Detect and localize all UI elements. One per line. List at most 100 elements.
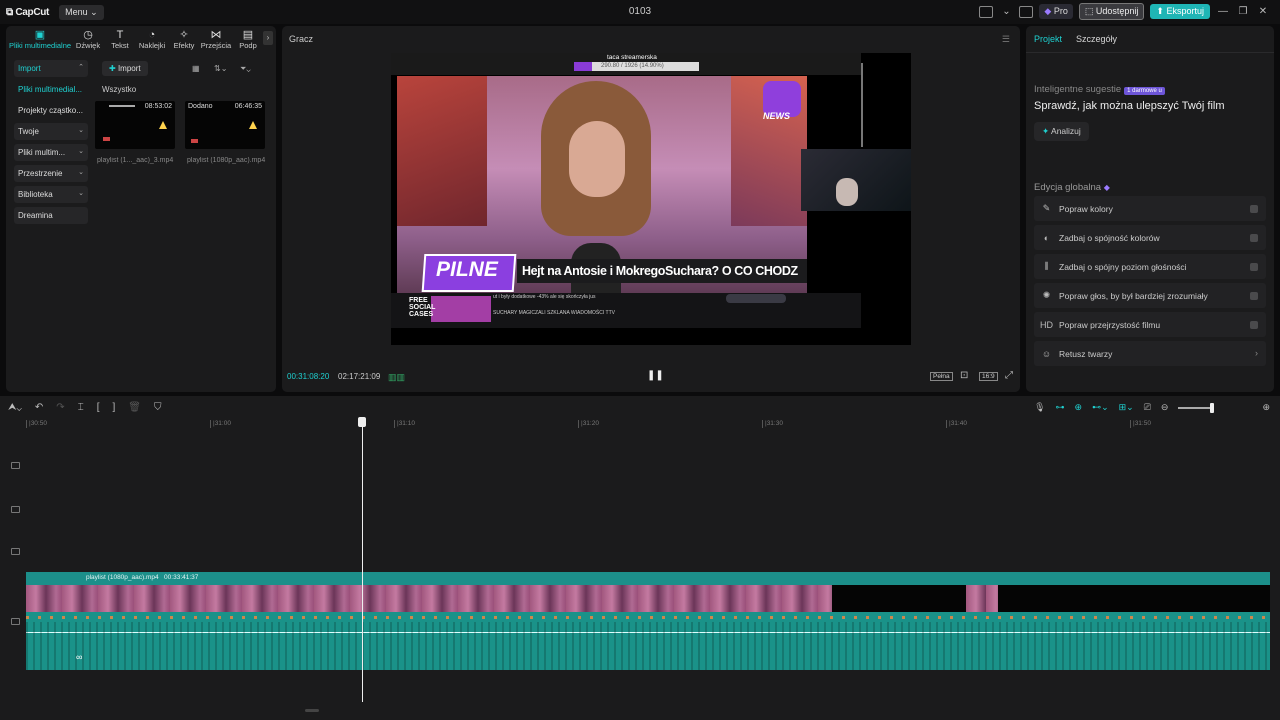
volume-level-icon: ⫼	[1044, 261, 1049, 271]
split-right-icon[interactable]: ]	[112, 402, 115, 413]
option-toggle[interactable]	[1250, 292, 1258, 300]
close-icon[interactable]: ✕	[1256, 6, 1270, 17]
ticker-text: SUCHARY MAGICZALI SZKLANA WIADOMOŚCI TTV	[493, 310, 615, 316]
ruler-tick-label: |31:30	[762, 420, 783, 428]
chevron-right-icon[interactable]: ›	[1255, 348, 1258, 358]
track-icon[interactable]	[11, 548, 20, 555]
zoom-out-icon[interactable]: ⊖	[1161, 402, 1169, 413]
option-toggle[interactable]	[1250, 234, 1258, 242]
layout-icon[interactable]	[979, 5, 994, 18]
global-option[interactable]: ✺ Popraw głos, by był bardziej zrozumiały	[1034, 283, 1266, 308]
ruler-tick-label: |31:20	[578, 420, 599, 428]
tab-sticker[interactable]: ◔ Naklejki	[136, 29, 168, 50]
tab-label: Efekty	[173, 41, 195, 50]
global-option[interactable]: ✎ Popraw kolory	[1034, 196, 1266, 221]
export-button[interactable]: ⬆ Eksportuj	[1150, 4, 1210, 19]
minimize-icon[interactable]: —	[1216, 6, 1230, 17]
option-toggle[interactable]	[1250, 205, 1258, 213]
quality-button[interactable]: Pełna	[930, 372, 953, 381]
split-icon[interactable]: ⌶	[78, 402, 84, 413]
link-icon[interactable]: ∞	[76, 652, 82, 662]
sidebar-item[interactable]: Import ⌃	[14, 60, 88, 77]
chevron-icon: ⌄	[78, 127, 84, 134]
restore-icon[interactable]: ❐	[1236, 6, 1250, 17]
tab-effects[interactable]: ✧ Efekty	[168, 29, 200, 50]
filter-icon[interactable]: ⏷⌄	[240, 64, 251, 74]
caption-icon[interactable]: ⎚	[1144, 402, 1151, 413]
sidebar-item[interactable]: Przestrzenie ⌄	[14, 165, 88, 182]
sidebar-item[interactable]: Twoje ⌄	[14, 123, 88, 140]
option-toggle[interactable]	[1250, 263, 1258, 271]
redo-icon[interactable]: ↷	[56, 402, 64, 413]
grid-view-icon[interactable]: ▦	[192, 64, 200, 73]
auto-arrange-icon[interactable]: ⊞⌄	[1119, 402, 1134, 413]
timeline-bars-icon[interactable]: ▥▥	[388, 372, 405, 383]
sidebar-item-label: Pliki multimedial...	[18, 85, 83, 94]
tab-label: Tekst	[111, 41, 129, 50]
duration-label: 06:46:35	[234, 103, 262, 110]
snap-icon[interactable]: ⊕	[1075, 402, 1083, 413]
tabs-more-button[interactable]: ›	[263, 31, 273, 45]
zoom-slider[interactable]	[1178, 402, 1215, 413]
shield-icon[interactable]: ⛉	[154, 402, 162, 413]
sort-icon[interactable]: ⇅⌄	[214, 64, 227, 73]
video-preview[interactable]: taca streamerska 290.80 / 1926 (14.90%) …	[391, 53, 911, 345]
track-icon[interactable]	[11, 506, 20, 513]
fullscreen-icon[interactable]: ⤢	[1005, 370, 1013, 381]
sidebar-item[interactable]: Pliki multimedial...	[14, 81, 88, 98]
ad-text: FREE SOCIAL CASES	[409, 297, 436, 318]
player-menu-icon[interactable]: ☰	[1002, 34, 1010, 45]
menu-button[interactable]: Menu ⌄	[59, 4, 104, 20]
video-clip[interactable]	[966, 585, 998, 612]
media-thumbnail[interactable]: Dodano 06:46:35	[185, 101, 265, 149]
ratio-button[interactable]: 16:9	[979, 372, 998, 381]
chevron-down-icon[interactable]: ⌄	[999, 6, 1013, 17]
track-icon[interactable]	[11, 618, 20, 625]
preview-axis-icon[interactable]: ⊷⌄	[1092, 402, 1109, 413]
sidebar-item[interactable]: Projekty cząstko...	[14, 102, 88, 119]
split-left-icon[interactable]: [	[97, 402, 100, 413]
track-icon[interactable]	[11, 462, 20, 469]
video-clip-header[interactable]: playlist (1080p_aac).mp4 00:33:41:37	[26, 572, 1270, 585]
undo-icon[interactable]: ↶	[35, 402, 43, 413]
global-option[interactable]: HD Popraw przejrzystość filmu	[1034, 312, 1266, 337]
ruler-tick-label: |31:50	[1130, 420, 1151, 428]
analyze-button[interactable]: ✦ Analizuj	[1034, 122, 1089, 141]
select-tool-icon[interactable]: ⮝⌄	[8, 402, 22, 413]
option-toggle[interactable]	[1250, 321, 1258, 329]
sidebar-item[interactable]: Pliki multim... ⌄	[14, 144, 88, 161]
file-name: playlist (1..._aac)_3.mp4	[97, 157, 174, 164]
tab-text[interactable]: T Tekst	[104, 29, 136, 50]
import-button[interactable]: ✚ Import	[102, 61, 148, 76]
zoom-in-icon[interactable]: ⊕	[1262, 402, 1270, 413]
tab-details[interactable]: Szczegóły	[1076, 34, 1117, 44]
transition-icon: ⋈	[210, 29, 222, 41]
tab-audio[interactable]: ◷ Dźwięk	[72, 29, 104, 50]
tab-transition[interactable]: ⋈ Przejścia	[200, 29, 232, 50]
pro-button[interactable]: ◆ Pro	[1039, 4, 1073, 19]
sidebar-item[interactable]: Dreamina	[14, 207, 88, 224]
sidebar-item-label: Dreamina	[18, 211, 53, 220]
link-clips-icon[interactable]: ⊶	[1056, 402, 1065, 413]
tab-caption[interactable]: ▤ Podp	[232, 29, 264, 50]
global-option[interactable]: ◐ Zadbaj o spójność kolorów	[1034, 225, 1266, 250]
timeline-scrollbar[interactable]	[305, 709, 319, 712]
delete-icon[interactable]: 🗑︎	[128, 402, 141, 413]
media-thumbnail[interactable]: 08:53:02	[95, 101, 175, 149]
snapshot-icon[interactable]: ⊡	[960, 370, 968, 381]
sidebar-item[interactable]: Biblioteka ⌄	[14, 186, 88, 203]
pause-button[interactable]: ❚❚	[647, 370, 664, 381]
video-clip[interactable]	[26, 585, 832, 612]
suggestions-title: Inteligentne sugestie	[1034, 84, 1122, 95]
global-option[interactable]: ⫼ Zadbaj o spójny poziom głośności	[1034, 254, 1266, 279]
microphone-icon[interactable]: 🎙︎	[1034, 402, 1045, 413]
shortcut-icon[interactable]	[1019, 5, 1034, 18]
audio-waveform-clip[interactable]: ∞	[26, 612, 1270, 670]
share-button[interactable]: ⬚ Udostępnij	[1078, 3, 1145, 20]
option-label: Popraw głos, by był bardziej zrozumiały	[1059, 290, 1208, 301]
tab-media[interactable]: ▣ Pliki multimedialne	[8, 29, 72, 50]
playhead[interactable]	[362, 420, 363, 702]
tab-project[interactable]: Projekt	[1034, 34, 1062, 44]
global-option[interactable]: ☺ Retusz twarzy ›	[1034, 341, 1266, 366]
tab-label: Przejścia	[200, 41, 232, 50]
